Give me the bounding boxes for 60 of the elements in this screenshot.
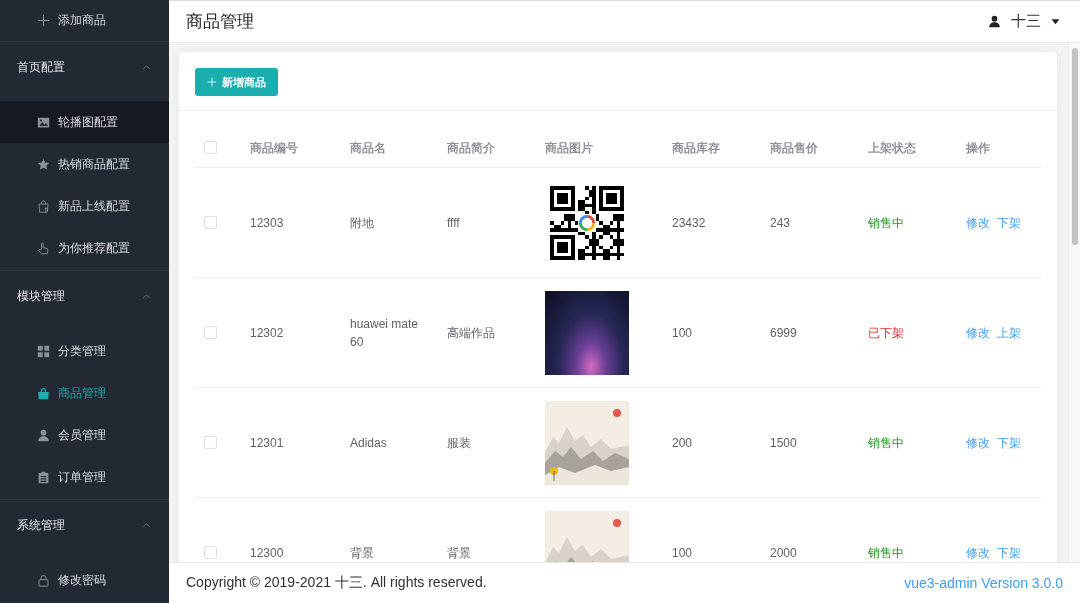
table-cell: Adidas bbox=[350, 435, 387, 450]
scrollbar[interactable] bbox=[1068, 43, 1080, 562]
menu-group-title[interactable]: 系统管理 bbox=[0, 500, 169, 550]
column-header: 商品编号 bbox=[250, 140, 298, 155]
row-checkbox[interactable] bbox=[204, 546, 217, 559]
row-checkbox[interactable] bbox=[204, 326, 217, 339]
table-cell: 1500 bbox=[770, 435, 797, 450]
table-cell: 100 bbox=[672, 545, 693, 560]
table-cell: 6999 bbox=[770, 325, 797, 340]
scrollbar-thumb[interactable] bbox=[1072, 48, 1078, 245]
status-label: 销售中 bbox=[868, 435, 904, 450]
table-cell: ffff bbox=[447, 215, 460, 230]
table-cell: 12301 bbox=[250, 435, 284, 450]
shopping-bag-icon bbox=[37, 386, 50, 400]
plus-icon bbox=[207, 77, 217, 87]
column-header: 商品简介 bbox=[447, 140, 495, 155]
table-cell: huawei mate 60 bbox=[350, 316, 419, 349]
status-label: 已下架 bbox=[868, 325, 904, 340]
select-all-checkbox[interactable] bbox=[204, 141, 217, 154]
clipboard-icon bbox=[37, 470, 50, 484]
status-label: 销售中 bbox=[868, 545, 904, 560]
user-menu[interactable]: 十三 bbox=[988, 12, 1060, 31]
star-icon bbox=[37, 157, 50, 171]
menu-group-title[interactable]: 模块管理 bbox=[0, 271, 169, 321]
table-cell: 243 bbox=[770, 215, 791, 230]
picture-icon bbox=[37, 115, 50, 129]
row-checkbox[interactable] bbox=[204, 216, 217, 229]
table-cell: 12303 bbox=[250, 215, 284, 230]
grid-icon bbox=[37, 344, 50, 358]
table-cell: 12302 bbox=[250, 325, 284, 340]
menu-group-title[interactable]: 首页配置 bbox=[0, 42, 169, 92]
column-header: 上架状态 bbox=[868, 140, 916, 155]
table-cell: 100 bbox=[672, 325, 693, 340]
table-cell: 背景 bbox=[350, 545, 374, 560]
copyright-text: Copyright © 2019-2021 十三. All rights reserved. bbox=[186, 574, 487, 592]
column-header: 商品名 bbox=[350, 140, 386, 155]
column-header: 商品库存 bbox=[672, 140, 720, 155]
table-cell: 12300 bbox=[250, 545, 284, 560]
status-label: 销售中 bbox=[868, 215, 904, 230]
person-icon bbox=[37, 428, 50, 442]
pointing-hand-icon bbox=[37, 241, 50, 255]
caret-icon bbox=[1051, 17, 1060, 26]
column-header: 商品售价 bbox=[770, 140, 818, 155]
plus-icon bbox=[37, 14, 50, 27]
row-checkbox[interactable] bbox=[204, 436, 217, 449]
person-icon bbox=[988, 15, 1001, 28]
lock-icon bbox=[37, 573, 50, 587]
menu-item[interactable]: 轮播图配置 bbox=[0, 101, 169, 143]
column-header: 操作 bbox=[966, 140, 990, 155]
version-text: vue3-admin Version 3.0.0 bbox=[904, 575, 1063, 591]
table-cell: 高端作品 bbox=[447, 325, 495, 340]
column-header: 商品图片 bbox=[545, 140, 593, 155]
table-cell: 2000 bbox=[770, 545, 797, 560]
table-cell: 服装 bbox=[447, 435, 471, 450]
page-title: 商品管理 bbox=[186, 11, 254, 33]
table-cell: 背景 bbox=[447, 545, 471, 560]
table-cell: 200 bbox=[672, 435, 693, 450]
table-cell: 附地 bbox=[350, 215, 374, 230]
shopping-bag-arrow-icon bbox=[37, 199, 50, 213]
table-cell: 23432 bbox=[672, 215, 706, 230]
